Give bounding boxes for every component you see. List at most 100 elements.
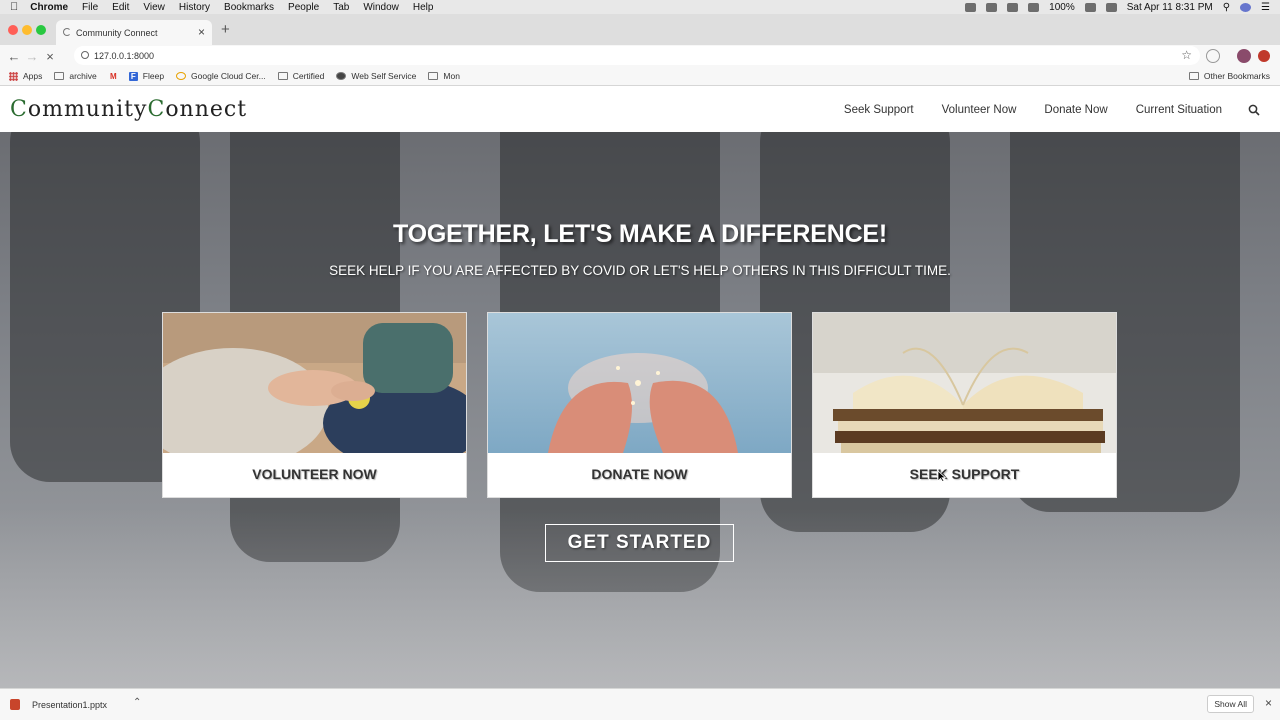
- download-bar: Presentation1.pptx ⌃ Show All ×: [0, 688, 1280, 720]
- seek-support-card-label[interactable]: SEEK SUPPORT: [813, 466, 1116, 482]
- menu-tab[interactable]: Tab: [333, 2, 349, 13]
- record-icon[interactable]: [965, 2, 977, 12]
- window-zoom-icon[interactable]: [36, 25, 46, 35]
- moon-icon[interactable]: [1007, 2, 1019, 12]
- hero-title: TOGETHER, LET'S MAKE A DIFFERENCE!: [392, 220, 888, 248]
- menu-history[interactable]: History: [179, 2, 210, 13]
- profile-avatar[interactable]: [1237, 49, 1251, 63]
- google-cloud-icon: [176, 72, 187, 80]
- bookmarks-bar: Apps archive M F Fleep Google Cloud Cer.…: [0, 67, 1280, 86]
- site-info-icon[interactable]: [81, 51, 89, 59]
- window-close-icon[interactable]: [8, 25, 18, 35]
- back-icon[interactable]: ←: [5, 49, 23, 64]
- menu-bookmarks[interactable]: Bookmarks: [224, 2, 274, 13]
- bookmark-other[interactable]: Other Bookmarks: [1188, 71, 1270, 81]
- nav-volunteer-now[interactable]: Volunteer Now: [942, 104, 1017, 116]
- bookmark-label: archive: [69, 71, 97, 81]
- seek-support-image: [813, 313, 1116, 453]
- logo-letter: C: [10, 97, 28, 122]
- hero-section: TOGETHER, LET'S MAKE A DIFFERENCE! SEEK …: [0, 132, 1280, 688]
- folder-icon: [54, 72, 65, 80]
- tab-close-icon[interactable]: ×: [198, 25, 205, 39]
- bookmark-fleep[interactable]: F Fleep: [128, 71, 164, 81]
- site-header: CommunityConnect Seek Support Volunteer …: [0, 90, 1280, 132]
- folder-icon: [1188, 72, 1199, 80]
- donate-card-label[interactable]: DONATE NOW: [488, 466, 791, 482]
- bookmark-apps[interactable]: Apps: [9, 71, 42, 81]
- forward-icon[interactable]: →: [23, 49, 41, 64]
- menubar-clock[interactable]: Sat Apr 11 8:31 PM: [1127, 2, 1213, 13]
- bookmark-label: Google Cloud Cer...: [191, 71, 266, 81]
- bookmark-archive[interactable]: archive: [54, 71, 97, 81]
- logo-letter: C: [147, 97, 166, 122]
- browser-tabstrip: Community Connect × +: [0, 14, 1280, 45]
- stop-icon[interactable]: ×: [41, 49, 59, 64]
- bookmark-web-self-service[interactable]: Web Self Service: [336, 71, 416, 81]
- volunteer-card[interactable]: VOLUNTEER NOW: [162, 312, 467, 498]
- browser-tab[interactable]: Community Connect ×: [56, 20, 212, 45]
- bookmark-label: Other Bookmarks: [1203, 71, 1270, 81]
- nav-seek-support[interactable]: Seek Support: [844, 104, 914, 116]
- download-item[interactable]: Presentation1.pptx: [10, 699, 107, 710]
- bookmark-label: Certified: [292, 71, 325, 81]
- pptx-file-icon: [10, 699, 20, 710]
- new-tab-icon[interactable]: +: [221, 21, 230, 38]
- volunteer-image: [163, 313, 466, 453]
- site-nav: Seek Support Volunteer Now Donate Now Cu…: [844, 104, 1222, 116]
- menu-edit[interactable]: Edit: [112, 2, 129, 13]
- menubar-status-area: 100% Sat Apr 11 8:31 PM ⚲ ☰: [965, 2, 1270, 13]
- close-icon[interactable]: ×: [1265, 696, 1272, 710]
- apple-icon[interactable]: : [10, 1, 18, 13]
- bookmark-star-icon[interactable]: ☆: [1181, 48, 1192, 62]
- show-all-button[interactable]: Show All: [1207, 695, 1254, 713]
- site-logo[interactable]: CommunityConnect: [10, 97, 247, 122]
- gmail-icon: M: [109, 71, 117, 81]
- nav-donate-now[interactable]: Donate Now: [1044, 104, 1107, 116]
- spotlight-icon[interactable]: ⚲: [1223, 2, 1230, 13]
- menu-app-name[interactable]: Chrome: [30, 2, 68, 13]
- battery-percent: 100%: [1049, 1, 1075, 13]
- bookmark-label: Mon: [443, 71, 460, 81]
- flag-icon[interactable]: [1105, 2, 1117, 12]
- extension-icon[interactable]: [1206, 49, 1220, 63]
- get-started-button[interactable]: GET STARTED: [545, 524, 734, 562]
- mac-menubar:  Chrome File Edit View History Bookmark…: [0, 0, 1280, 14]
- menu-file[interactable]: File: [82, 2, 98, 13]
- volunteer-card-label[interactable]: VOLUNTEER NOW: [163, 466, 466, 482]
- hero-subtitle: SEEK HELP IF YOU ARE AFFECTED BY COVID O…: [329, 263, 951, 278]
- mouse-cursor-icon: [937, 470, 947, 482]
- logo-text: onnect: [165, 97, 248, 122]
- chevron-up-icon[interactable]: ⌃: [133, 697, 141, 708]
- cloud-icon[interactable]: [986, 2, 998, 12]
- bookmark-gmail[interactable]: M: [109, 72, 123, 81]
- url-text[interactable]: 127.0.0.1:8000: [94, 51, 154, 61]
- donate-card[interactable]: DONATE NOW: [487, 312, 792, 498]
- fleep-icon: F: [128, 71, 138, 81]
- seek-support-card[interactable]: SEEK SUPPORT: [812, 312, 1117, 498]
- siri-icon[interactable]: [1240, 2, 1252, 12]
- bookmark-mon[interactable]: Mon: [428, 71, 460, 81]
- bookmark-certified[interactable]: Certified: [277, 71, 325, 81]
- bookmark-google-cloud[interactable]: Google Cloud Cer...: [176, 71, 266, 81]
- nav-current-situation[interactable]: Current Situation: [1136, 104, 1222, 116]
- menu-window[interactable]: Window: [363, 2, 399, 13]
- search-icon[interactable]: [1248, 104, 1260, 116]
- wifi-icon[interactable]: [1028, 2, 1040, 12]
- folder-icon: [428, 72, 439, 80]
- address-bar[interactable]: 127.0.0.1:8000 ☆: [74, 46, 1200, 65]
- window-minimize-icon[interactable]: [22, 25, 32, 35]
- logo-text: ommunity: [27, 97, 148, 122]
- control-center-icon[interactable]: ☰: [1261, 2, 1270, 13]
- browser-toolbar: ← → × 127.0.0.1:8000 ☆: [0, 45, 1280, 67]
- donate-image: [488, 313, 791, 453]
- tab-title: Community Connect: [76, 27, 158, 38]
- globe-icon: [336, 72, 347, 80]
- menu-people[interactable]: People: [288, 2, 319, 13]
- battery-icon[interactable]: [1084, 2, 1096, 12]
- extension-red-icon[interactable]: [1258, 50, 1270, 62]
- download-filename: Presentation1.pptx: [32, 699, 108, 710]
- menu-help[interactable]: Help: [413, 2, 434, 13]
- bookmark-label: Web Self Service: [351, 71, 417, 81]
- menu-view[interactable]: View: [143, 2, 165, 13]
- folder-icon: [277, 72, 288, 80]
